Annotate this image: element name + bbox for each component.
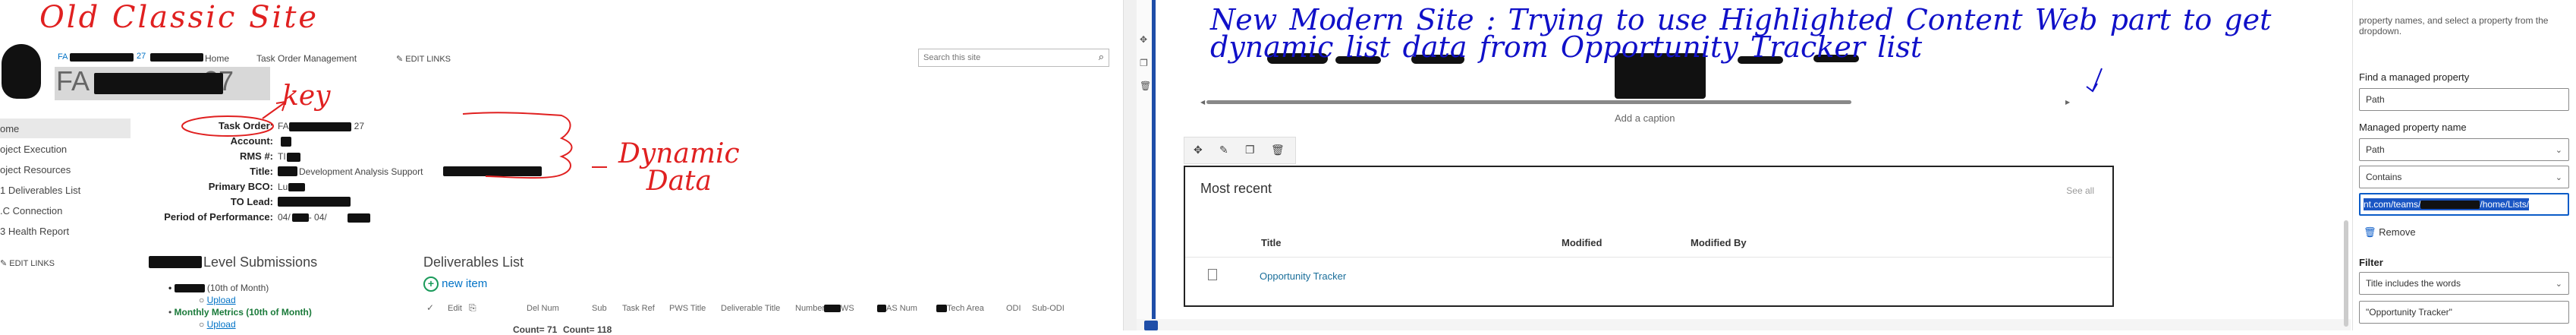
filter-type-dropdown[interactable]: Title includes the words ⌄	[2359, 272, 2569, 295]
col-del-num[interactable]: Del Num	[527, 304, 559, 313]
highlighted-content-webpart: Most recent See all Title Modified Modif…	[1184, 166, 2114, 307]
col-edit[interactable]: Edit	[448, 304, 462, 313]
edit-pencil-icon[interactable]: ✎	[1219, 144, 1228, 156]
submission-item-1: • (10th of Month)	[168, 283, 269, 293]
chevron-down-icon: ⌄	[2555, 146, 2562, 155]
count-1: Count= 71	[513, 324, 558, 335]
file-icon	[1208, 269, 1217, 280]
attachment-icon: ⎘	[469, 302, 477, 313]
delete-icon[interactable]: 🗑	[1271, 144, 1285, 156]
new-item-button[interactable]: + new item	[423, 277, 487, 292]
annotation-marks	[181, 100, 607, 179]
find-managed-property-input[interactable]: Path	[2359, 88, 2569, 111]
duplicate-icon[interactable]: ❐	[1245, 144, 1255, 156]
image-caption[interactable]: Add a caption	[1615, 112, 1675, 124]
delete-icon[interactable]: 🗑	[1140, 81, 1151, 91]
property-pane: property names, and select a property fr…	[2344, 0, 2576, 330]
col-tech-area[interactable]: Tech Area	[947, 304, 984, 313]
section-toolbar: ✥ ❐ 🗑	[1137, 0, 1152, 330]
panel-divider	[1123, 0, 1137, 330]
managed-property-name-label: Managed property name	[2359, 122, 2467, 133]
col-task-ref[interactable]: Task Ref	[622, 304, 655, 313]
count-2: Count= 118	[563, 324, 612, 335]
col-as-num[interactable]: AS Num	[886, 304, 917, 313]
result-row-opportunity-tracker[interactable]: Opportunity Tracker	[1260, 270, 1346, 282]
annotation-new-site: New Modern Site : Trying to use Highligh…	[1210, 3, 2272, 64]
col-ws[interactable]: WS	[841, 304, 854, 313]
annotation-dynamic-data: Dynamic Data	[618, 138, 740, 197]
move-icon[interactable]: ✥	[1140, 34, 1147, 45]
duplicate-icon[interactable]: ❐	[1140, 58, 1148, 68]
col-odi[interactable]: ODI	[1006, 304, 1021, 313]
scroll-right-arrow[interactable]: ▶	[2065, 99, 2070, 106]
col-sub-odi[interactable]: Sub-ODI	[1032, 304, 1065, 313]
trash-icon: 🗑	[2364, 226, 2376, 238]
plus-circle-icon: +	[423, 277, 439, 292]
chevron-down-icon: ⌄	[2555, 280, 2562, 289]
pane-intro: property names, and select a property fr…	[2359, 15, 2549, 36]
col-deliverable-title[interactable]: Deliverable Title	[721, 304, 780, 313]
image-scrollbar[interactable]	[1206, 100, 1851, 104]
submission-item-2: • Monthly Metrics (10th of Month)	[168, 307, 312, 318]
filter-text-input[interactable]: "Opportunity Tracker"	[2359, 301, 2569, 324]
managed-property-name-dropdown[interactable]: Path ⌄	[2359, 138, 2569, 161]
see-all-link[interactable]: See all	[2066, 185, 2094, 196]
annotation-arrow	[2086, 68, 2103, 93]
operator-dropdown[interactable]: Contains ⌄	[2359, 166, 2569, 188]
webpart-toolbar: ✥ ✎ ❐ 🗑	[1184, 137, 1296, 164]
col-modified[interactable]: Modified	[1562, 237, 1602, 248]
pane-scrollbar[interactable]	[2344, 220, 2348, 327]
level-submissions-title: Level Submissions	[203, 254, 318, 270]
col-sub[interactable]: Sub	[592, 304, 607, 313]
upload-link-2[interactable]: Upload	[207, 319, 236, 330]
find-managed-property-label: Find a managed property	[2359, 71, 2470, 83]
col-modified-by[interactable]: Modified By	[1691, 237, 1747, 248]
col-title[interactable]: Title	[1261, 237, 1282, 248]
upload-link-1[interactable]: Upload	[207, 295, 236, 305]
section-accent-bar	[1152, 0, 1156, 330]
modern-bottom-bar	[1137, 319, 2351, 330]
move-icon[interactable]: ✥	[1194, 144, 1203, 156]
annotation-key: key	[282, 81, 331, 112]
classic-site-panel: Old Classic Site FA27 FA 27 Home Task Or…	[0, 0, 1123, 335]
webpart-title: Most recent	[1200, 181, 1272, 196]
chevron-down-icon: ⌄	[2555, 173, 2562, 182]
add-section-icon[interactable]	[1144, 321, 1158, 330]
select-all-checkmark[interactable]: ✓	[426, 302, 434, 313]
property-value-input[interactable]: nt.com/teams//home/Lists/	[2359, 193, 2569, 216]
filter-label: Filter	[2359, 257, 2383, 268]
col-number[interactable]: Number	[795, 304, 825, 313]
scroll-left-arrow[interactable]: ◀	[1200, 99, 1205, 106]
remove-button[interactable]: 🗑 Remove	[2364, 226, 2416, 239]
deliverables-list-title: Deliverables List	[423, 254, 524, 270]
col-pws-title[interactable]: PWS Title	[669, 304, 706, 313]
